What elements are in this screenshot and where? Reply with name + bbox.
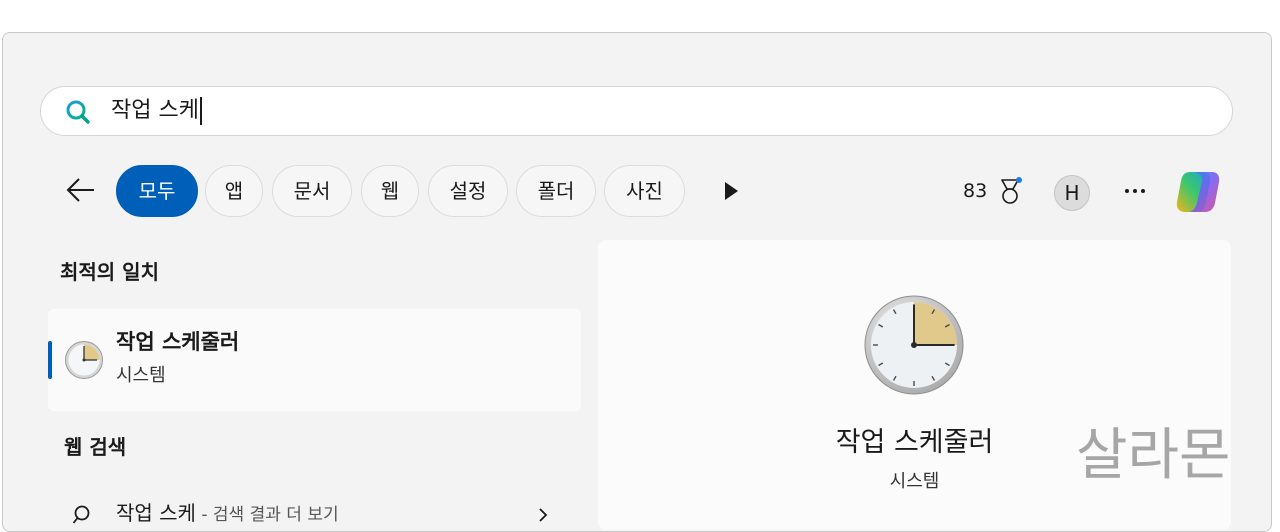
rewards-points: 83: [963, 180, 988, 202]
web-search-query-text: 작업 스케: [116, 501, 196, 525]
best-match-heading: 최적의 일치: [60, 260, 159, 284]
filter-chip-all[interactable]: 모두: [116, 165, 198, 217]
medal-icon[interactable]: [996, 175, 1024, 207]
more-icon[interactable]: [1120, 178, 1150, 204]
selection-indicator: [48, 341, 52, 379]
best-match-title: 작업 스케줄러: [116, 330, 240, 354]
web-search-heading: 웹 검색: [64, 435, 127, 459]
search-input[interactable]: 작업 스케: [111, 97, 202, 125]
back-arrow-icon[interactable]: [60, 172, 100, 208]
clock-icon: [864, 295, 964, 395]
copilot-icon[interactable]: [1172, 168, 1224, 216]
avatar[interactable]: H: [1054, 175, 1090, 211]
web-search-query: 작업 스케 - 검색 결과 더 보기: [116, 500, 339, 528]
filter-chip-web[interactable]: 웹: [361, 165, 419, 217]
search-icon: [66, 100, 90, 124]
clock-icon: [65, 341, 103, 379]
filter-chip-photos[interactable]: 사진: [604, 165, 685, 217]
search-box[interactable]: 작업 스케: [40, 86, 1233, 136]
filter-chip-folders[interactable]: 폴더: [516, 165, 596, 217]
filter-chip-settings[interactable]: 설정: [428, 165, 508, 217]
filter-chip-apps[interactable]: 앱: [205, 165, 263, 217]
best-match-subtitle: 시스템: [116, 365, 166, 386]
web-search-hint: - 검색 결과 더 보기: [195, 505, 339, 525]
filter-chip-documents[interactable]: 문서: [272, 165, 352, 217]
web-search-item[interactable]: 작업 스케 - 검색 결과 더 보기: [48, 492, 581, 532]
watermark: 살라몬: [1076, 423, 1231, 488]
search-icon: [72, 505, 90, 524]
best-match-item[interactable]: 작업 스케줄러 시스템: [48, 309, 581, 411]
play-icon[interactable]: [718, 178, 744, 204]
chevron-right-icon[interactable]: [536, 506, 550, 524]
